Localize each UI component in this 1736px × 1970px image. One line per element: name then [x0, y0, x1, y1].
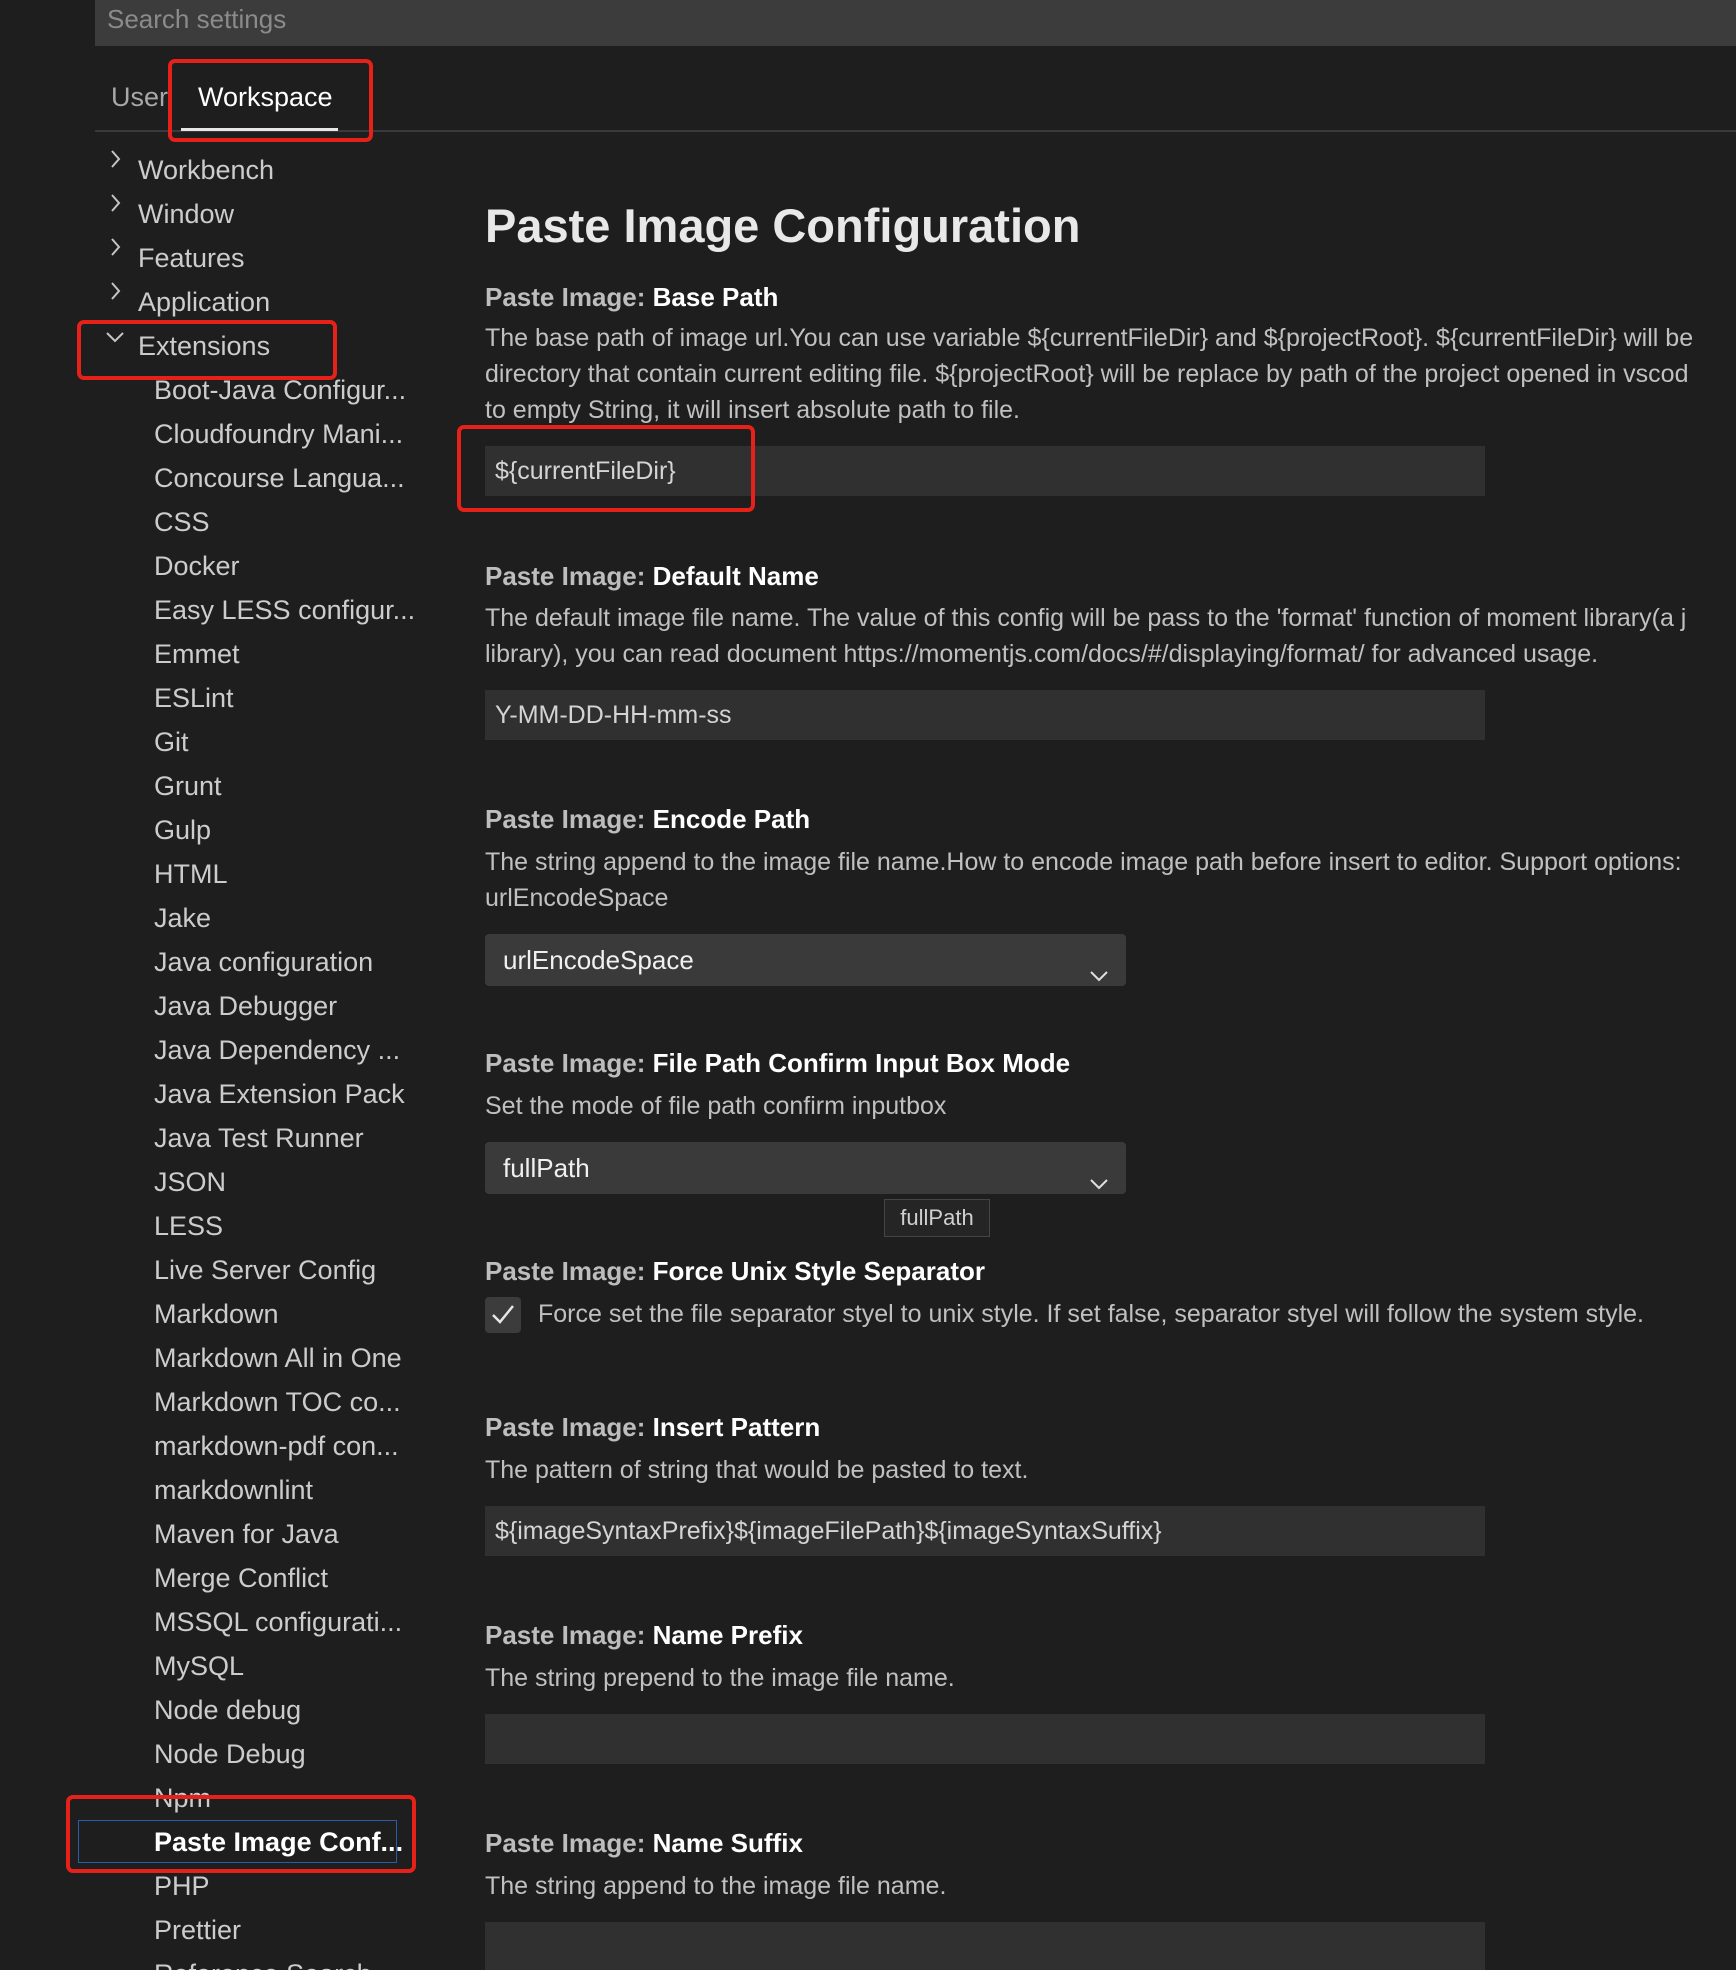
nav-ext-item[interactable]: markdown-pdf con... [154, 1431, 399, 1462]
chevron-right-icon [108, 281, 122, 300]
default-name-input[interactable]: Y-MM-DD-HH-mm-ss [485, 690, 1485, 740]
chevron-down-icon [1088, 1158, 1110, 1210]
setting-desc: library), you can read document https://… [485, 640, 1599, 668]
nav-ext-item[interactable]: ESLint [154, 683, 234, 714]
confirm-mode-select[interactable]: fullPath [485, 1142, 1126, 1194]
nav-ext-item[interactable]: Jake [154, 903, 211, 934]
setting-desc: The base path of image url.You can use v… [485, 324, 1694, 352]
unix-separator-checkbox[interactable] [485, 1297, 521, 1333]
nav-ext-item[interactable]: Emmet [154, 639, 240, 670]
nav-ext-item[interactable]: HTML [154, 859, 228, 890]
nav-ext-item[interactable]: Java Extension Pack [154, 1079, 405, 1110]
setting-title-name-prefix: Paste Image: Name Prefix [485, 1620, 803, 1650]
nav-ext-item[interactable]: CSS [154, 507, 210, 538]
chevron-down-icon [1088, 950, 1110, 1002]
nav-ext-item[interactable]: markdownlint [154, 1475, 313, 1506]
nav-ext-item[interactable]: Cloudfoundry Mani... [154, 419, 403, 450]
hover-tooltip: fullPath [884, 1199, 990, 1237]
tab-workspace[interactable]: Workspace [198, 82, 333, 113]
setting-title-confirm-mode: Paste Image: File Path Confirm Input Box… [485, 1048, 1071, 1078]
nav-item-workbench[interactable]: Workbench [138, 155, 274, 186]
nav-ext-item[interactable]: Concourse Langua... [154, 463, 405, 494]
setting-desc: The default image file name. The value o… [485, 604, 1687, 632]
nav-ext-item[interactable]: MySQL [154, 1651, 244, 1682]
nav-item-window[interactable]: Window [138, 199, 234, 230]
chevron-right-icon [108, 149, 122, 168]
nav-ext-item[interactable]: Boot-Java Configur... [154, 375, 406, 406]
nav-ext-item[interactable]: Java Dependency ... [154, 1035, 400, 1066]
setting-title-name-suffix: Paste Image: Name Suffix [485, 1828, 803, 1858]
nav-ext-item[interactable]: Git [154, 727, 189, 758]
nav-ext-item[interactable]: Maven for Java [154, 1519, 339, 1550]
setting-desc: The string append to the image file name… [485, 1872, 947, 1900]
setting-desc: to empty String, it will insert absolute… [485, 396, 1020, 424]
active-tab-indicator [181, 128, 338, 131]
name-suffix-input[interactable] [485, 1922, 1485, 1970]
chevron-right-icon [108, 237, 122, 256]
checkmark-icon [492, 1305, 514, 1324]
nav-ext-item[interactable]: Npm [154, 1783, 211, 1814]
setting-desc: urlEncodeSpace [485, 884, 669, 912]
nav-ext-item[interactable]: MSSQL configurati... [154, 1607, 402, 1638]
nav-ext-item[interactable]: Markdown All in One [154, 1343, 402, 1374]
tab-user[interactable]: User [111, 82, 168, 113]
setting-title-default-name: Paste Image: Default Name [485, 561, 819, 591]
selected-item-outline [78, 1820, 397, 1863]
setting-desc: The pattern of string that would be past… [485, 1456, 1029, 1484]
nav-item-extensions[interactable]: Extensions [138, 331, 270, 362]
insert-pattern-input[interactable]: ${imageSyntaxPrefix}${imageFilePath}${im… [485, 1506, 1485, 1556]
nav-ext-item[interactable]: Reference Search... [154, 1959, 394, 1970]
nav-item-application[interactable]: Application [138, 287, 270, 318]
nav-item-features[interactable]: Features [138, 243, 245, 274]
nav-ext-item[interactable]: Docker [154, 551, 240, 582]
settings-nav: Workbench Window Features Application Ex… [0, 150, 420, 1970]
encode-path-select[interactable]: urlEncodeSpace [485, 934, 1126, 986]
setting-desc: directory that contain current editing f… [485, 360, 1689, 388]
nav-ext-item[interactable]: Prettier [154, 1915, 241, 1946]
nav-ext-item[interactable]: Node Debug [154, 1739, 306, 1770]
setting-title-unix-separator: Paste Image: Force Unix Style Separator [485, 1256, 985, 1286]
nav-ext-item[interactable]: Markdown [154, 1299, 279, 1330]
setting-title-encode-path: Paste Image: Encode Path [485, 804, 811, 834]
nav-ext-item[interactable]: Live Server Config [154, 1255, 376, 1286]
page-title: Paste Image Configuration [485, 199, 1081, 252]
nav-ext-item[interactable]: LESS [154, 1211, 223, 1242]
unix-separator-label: Force set the file separator styel to un… [538, 1300, 1644, 1328]
base-path-input[interactable]: ${currentFileDir} [485, 446, 1485, 496]
nav-ext-item[interactable]: Java Debugger [154, 991, 337, 1022]
chevron-down-icon [105, 330, 124, 344]
nav-ext-item[interactable]: Java Test Runner [154, 1123, 364, 1154]
nav-ext-item[interactable]: Easy LESS configur... [154, 595, 415, 626]
setting-desc: Set the mode of file path confirm inputb… [485, 1092, 947, 1120]
nav-ext-item[interactable]: JSON [154, 1167, 226, 1198]
setting-desc: The string prepend to the image file nam… [485, 1664, 955, 1692]
nav-ext-item[interactable]: Gulp [154, 815, 211, 846]
nav-ext-item[interactable]: Grunt [154, 771, 222, 802]
nav-ext-item[interactable]: PHP [154, 1871, 210, 1902]
setting-desc: The string append to the image file name… [485, 848, 1682, 876]
setting-title-base-path: Paste Image: Base Path [485, 282, 779, 312]
settings-content: Paste Image Configuration Paste Image: B… [485, 0, 1736, 1970]
nav-ext-item[interactable]: Java configuration [154, 947, 373, 978]
nav-ext-item[interactable]: Node debug [154, 1695, 301, 1726]
nav-ext-item[interactable]: Markdown TOC co... [154, 1387, 401, 1418]
setting-title-insert-pattern: Paste Image: Insert Pattern [485, 1412, 821, 1442]
chevron-right-icon [108, 193, 122, 212]
nav-ext-item[interactable]: Merge Conflict [154, 1563, 328, 1594]
name-prefix-input[interactable] [485, 1714, 1485, 1764]
